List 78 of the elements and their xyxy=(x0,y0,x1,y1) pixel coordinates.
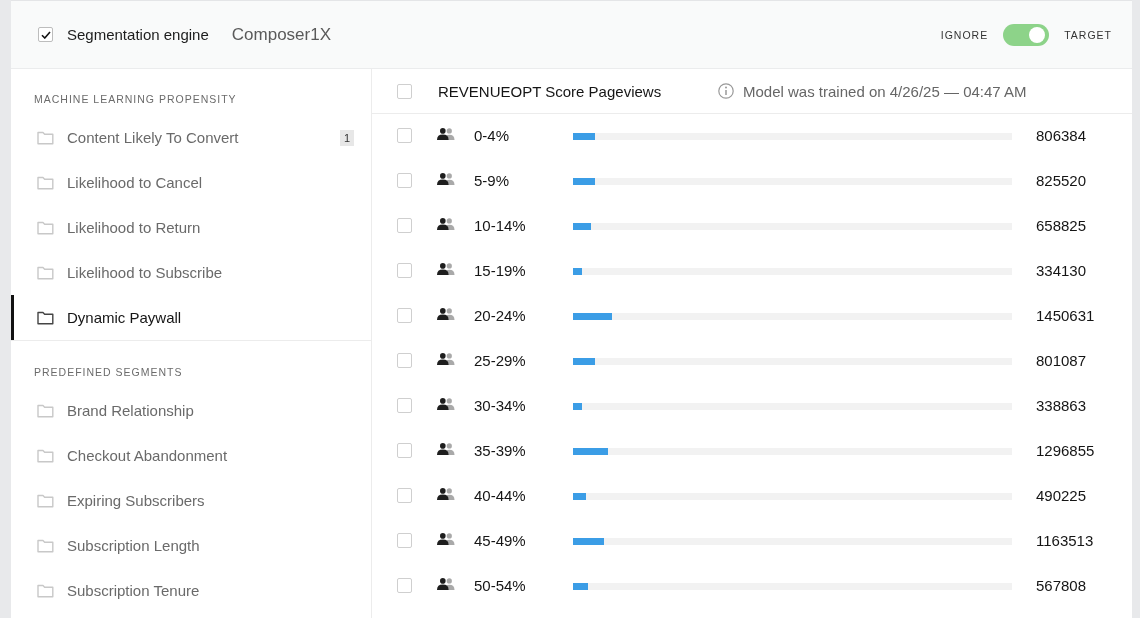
section-heading: PREDEFINED SEGMENTS xyxy=(34,365,184,380)
checkbox[interactable] xyxy=(397,533,412,548)
sidebar-item[interactable]: Subscription Tenure xyxy=(11,568,371,613)
check-icon xyxy=(40,30,51,39)
checkbox[interactable] xyxy=(397,173,412,188)
checkbox[interactable] xyxy=(397,578,412,593)
sidebar-item[interactable]: Brand Relationship xyxy=(11,388,371,433)
checkbox[interactable] xyxy=(397,308,412,323)
pageview-count: 1163513 xyxy=(1036,532,1094,549)
score-range: 30-34% xyxy=(474,397,527,414)
score-range: 35-39% xyxy=(474,442,527,459)
people-icon xyxy=(437,172,455,185)
people-icon xyxy=(437,307,455,320)
score-range: 10-14% xyxy=(474,217,527,234)
pageview-count: 334130 xyxy=(1036,262,1087,279)
checkbox[interactable] xyxy=(38,27,53,42)
folder-icon xyxy=(37,448,54,463)
sidebar-item[interactable]: Content Likely To Convert 1 xyxy=(11,115,371,160)
checkbox[interactable] xyxy=(397,128,412,143)
pageview-count: 658825 xyxy=(1036,217,1087,234)
sidebar-item[interactable]: Likelihood to Subscribe xyxy=(11,250,371,295)
engine-title: Segmentation engine xyxy=(67,26,209,43)
toggle-label: TARGET xyxy=(1064,28,1112,41)
score-title: REVENUEOPT Score Pageviews xyxy=(438,82,663,100)
score-range: 45-49% xyxy=(474,532,527,549)
checkbox[interactable] xyxy=(397,398,412,413)
pageview-count: 1450631 xyxy=(1036,307,1095,324)
score-range: 5-9% xyxy=(474,172,511,189)
score-range: 0-4% xyxy=(474,127,511,144)
score-range: 50-54% xyxy=(474,577,527,594)
toggle-switch[interactable] xyxy=(1003,23,1050,46)
people-icon xyxy=(437,487,455,500)
checkbox[interactable] xyxy=(397,488,412,503)
pageview-count: 490225 xyxy=(1036,487,1087,504)
people-icon xyxy=(437,577,455,590)
people-icon xyxy=(437,442,455,455)
pageview-count: 801087 xyxy=(1036,352,1087,369)
pageview-count: 825520 xyxy=(1036,172,1087,189)
count-badge: 1 xyxy=(339,129,354,146)
people-icon xyxy=(437,262,455,275)
score-range: 15-19% xyxy=(474,262,527,279)
folder-icon xyxy=(37,493,54,508)
checkbox[interactable] xyxy=(397,263,412,278)
folder-icon xyxy=(37,130,54,145)
info-icon xyxy=(718,83,734,99)
folder-icon xyxy=(37,220,54,235)
section-heading: MACHINE LEARNING PROPENSITY xyxy=(34,92,238,107)
folder-icon xyxy=(37,175,54,190)
folder-icon xyxy=(37,403,54,418)
sidebar-item[interactable]: Likelihood to Return xyxy=(11,205,371,250)
pageview-count: 806384 xyxy=(1036,127,1087,144)
checkbox[interactable] xyxy=(397,353,412,368)
checkbox[interactable] xyxy=(397,218,412,233)
sidebar-item[interactable]: Checkout Abandonment xyxy=(11,433,371,478)
sidebar-item[interactable]: Dynamic Paywall xyxy=(11,295,371,340)
people-icon xyxy=(437,352,455,365)
folder-icon xyxy=(37,583,54,598)
training-info: Model was trained on 4/26/25 — 04:47 AM xyxy=(743,82,1027,100)
people-icon xyxy=(437,127,455,140)
sidebar-item[interactable]: Likelihood to Cancel xyxy=(11,160,371,205)
sidebar-item[interactable]: Expiring Subscribers xyxy=(11,478,371,523)
engine-name: Composer1X xyxy=(231,24,331,45)
people-icon xyxy=(437,532,455,545)
people-icon xyxy=(437,217,455,230)
folder-icon xyxy=(37,310,54,325)
score-range: 40-44% xyxy=(474,487,527,504)
pageview-count: 338863 xyxy=(1036,397,1087,414)
pageview-count: 567808 xyxy=(1036,577,1087,594)
checkbox[interactable] xyxy=(397,443,412,458)
checkbox[interactable] xyxy=(397,83,412,99)
people-icon xyxy=(437,397,455,410)
folder-icon xyxy=(37,265,54,280)
sidebar-item[interactable]: Subscription Length xyxy=(11,523,371,568)
folder-icon xyxy=(37,538,54,553)
score-range: 25-29% xyxy=(474,352,527,369)
score-range: 20-24% xyxy=(474,307,527,324)
pageview-count: 1296855 xyxy=(1036,442,1095,459)
toggle-label: IGNORE xyxy=(940,28,989,41)
